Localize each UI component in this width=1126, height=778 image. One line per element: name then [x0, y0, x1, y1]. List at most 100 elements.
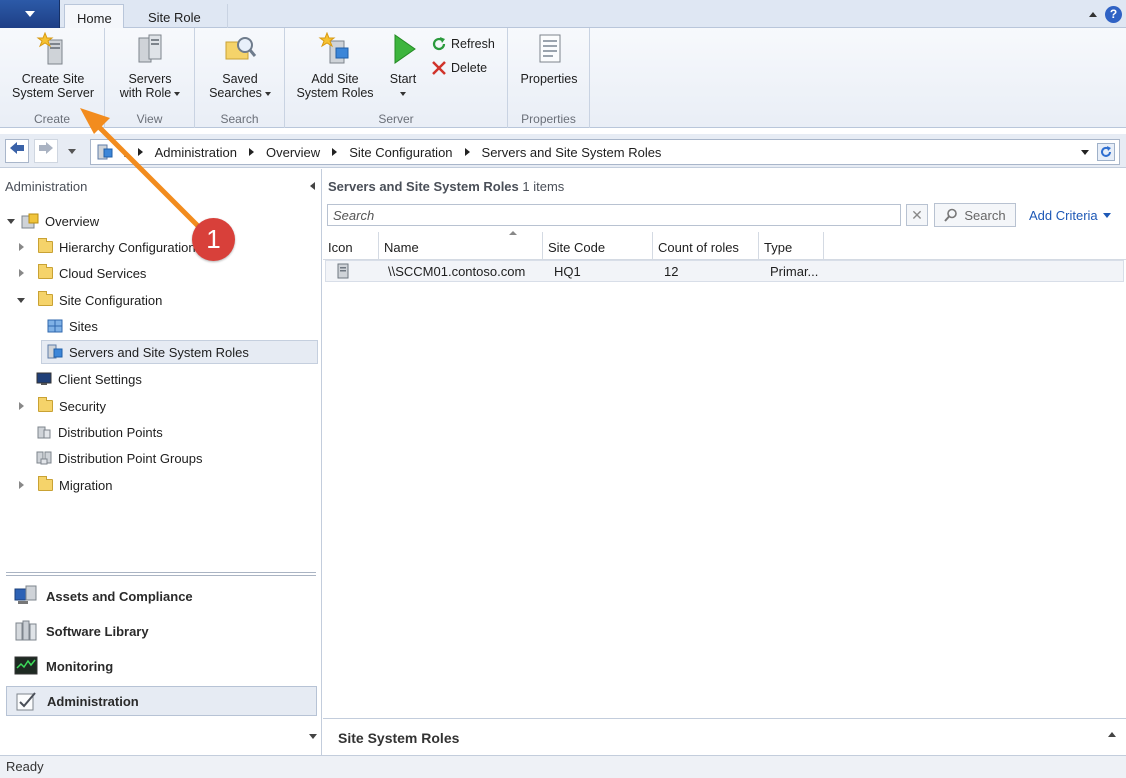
annotation-badge: 1	[192, 218, 235, 261]
ribbon-tab-row: Home Site Role ?	[0, 0, 1126, 29]
tree-item-client-settings[interactable]: Client Settings	[36, 368, 142, 390]
breadcrumb-overview[interactable]: Overview	[266, 145, 320, 160]
workspace-label: Software Library	[46, 623, 149, 639]
breadcrumb-administration[interactable]: Administration	[155, 145, 237, 160]
servers-role-icon	[133, 32, 167, 66]
overview-icon	[21, 213, 39, 229]
forward-button[interactable]	[34, 139, 58, 163]
collapse-pane-icon[interactable]	[310, 182, 315, 190]
results-header: Servers and Site System Roles 1 items	[328, 179, 564, 194]
folder-icon	[38, 238, 53, 253]
tree-item-label: Migration	[59, 477, 113, 493]
back-button[interactable]	[5, 139, 29, 163]
expand-details-icon[interactable]	[1108, 732, 1116, 737]
workspace-label: Monitoring	[46, 658, 114, 674]
breadcrumb-root[interactable]: \	[122, 145, 126, 160]
breadcrumb-site-configuration[interactable]: Site Configuration	[349, 145, 452, 160]
breadcrumb-servers-roles[interactable]: Servers and Site System Roles	[482, 145, 662, 160]
workspace-splitter[interactable]	[6, 572, 316, 576]
group-label-server: Server	[378, 112, 414, 126]
app-menu-button[interactable]	[0, 0, 60, 28]
refresh-icon[interactable]	[1097, 143, 1115, 161]
dropdown-caret-icon	[1102, 213, 1111, 218]
saved-searches-button[interactable]: Saved Searches	[201, 32, 279, 100]
tree-item-hierarchy-configuration[interactable]: Hierarchy Configuration	[19, 236, 196, 258]
clear-search-button[interactable]: ✕	[906, 204, 928, 226]
table-row[interactable]: \\SCCM01.contoso.com HQ1 12 Primar...	[325, 260, 1124, 282]
column-header-name[interactable]: Name	[379, 231, 543, 260]
saved-searches-icon	[223, 32, 257, 66]
history-dropdown-icon[interactable]	[68, 149, 76, 154]
properties-button[interactable]: Properties	[514, 32, 584, 86]
tree-item-sites[interactable]: Sites	[47, 315, 98, 337]
tree-item-servers-roles[interactable]: Servers and Site System Roles	[41, 340, 318, 364]
ribbon: Create Site System Server Create Servers…	[0, 28, 1126, 128]
tree-item-migration[interactable]: Migration	[19, 474, 112, 496]
tree-item-security[interactable]: Security	[19, 395, 106, 417]
forward-arrow-icon	[39, 142, 53, 154]
tree-item-label: Site Configuration	[59, 292, 163, 308]
search-button[interactable]: Search	[934, 203, 1016, 227]
delete-label: Delete	[451, 61, 488, 75]
ribbon-group-create: Create Site System Server Create	[0, 28, 105, 128]
details-title: Site System Roles	[338, 730, 460, 746]
collapsed-icon[interactable]	[19, 481, 24, 489]
folder-icon	[38, 264, 53, 279]
refresh-label: Refresh	[451, 37, 495, 51]
tree-item-cloud-services[interactable]: Cloud Services	[19, 262, 146, 284]
minimize-ribbon-icon[interactable]	[1089, 12, 1097, 17]
add-criteria-label: Add Criteria	[1029, 208, 1098, 223]
workspace-software-library[interactable]: Software Library	[6, 616, 317, 646]
start-label: Start	[389, 72, 417, 86]
tree-item-label: Security	[59, 398, 106, 414]
refresh-icon	[432, 37, 446, 51]
add-criteria-link[interactable]: Add Criteria	[1029, 208, 1111, 223]
tree-item-site-configuration[interactable]: Site Configuration	[17, 289, 162, 311]
search-input[interactable]: Search	[327, 204, 901, 226]
sort-ascending-icon	[509, 231, 517, 235]
tree-item-distribution-points[interactable]: Distribution Points	[36, 421, 163, 443]
cell-type: Primar...	[770, 264, 819, 279]
tree-item-label: Servers and Site System Roles	[69, 344, 249, 360]
column-header-site-code[interactable]: Site Code	[543, 232, 653, 260]
expanded-icon[interactable]	[17, 297, 25, 303]
expanded-icon[interactable]	[7, 218, 15, 224]
address-dropdown-icon[interactable]	[1081, 149, 1089, 155]
help-icon[interactable]: ?	[1105, 6, 1122, 23]
tree-item-distribution-point-groups[interactable]: Distribution Point Groups	[36, 447, 203, 469]
tab-home[interactable]: Home	[64, 4, 124, 29]
chevron-down-icon	[25, 11, 35, 17]
refresh-button[interactable]: Refresh	[431, 36, 495, 52]
delete-button[interactable]: Delete	[431, 60, 487, 76]
workspace-monitoring[interactable]: Monitoring	[6, 651, 317, 681]
tree-item-label: Cloud Services	[59, 265, 147, 281]
collapsed-icon[interactable]	[19, 402, 24, 410]
configure-buttons-icon[interactable]	[309, 734, 317, 739]
workspace-administration[interactable]: Administration	[6, 686, 317, 716]
client-settings-icon	[36, 372, 52, 385]
navigation-pane: Administration Overview Hierarchy Config…	[0, 169, 322, 755]
servers-with-role-button[interactable]: Servers with Role	[111, 32, 189, 100]
server-icon	[337, 263, 349, 279]
add-site-system-roles-button[interactable]: Add Site System Roles	[291, 31, 379, 100]
status-text: Ready	[6, 759, 44, 774]
tree-item-label: Distribution Points	[58, 424, 163, 440]
column-header-count-of-roles[interactable]: Count of roles	[653, 232, 759, 260]
tab-site-role[interactable]: Site Role	[136, 4, 228, 29]
create-site-system-server-button[interactable]: Create Site System Server	[6, 31, 100, 100]
column-header-type[interactable]: Type	[759, 232, 824, 260]
administration-icon	[16, 692, 36, 711]
tree-item-overview[interactable]: Overview	[7, 210, 99, 232]
results-title: Servers and Site System Roles	[328, 179, 519, 194]
column-header-label: Name	[384, 240, 419, 255]
collapsed-icon[interactable]	[19, 243, 24, 251]
address-bar[interactable]: \ Administration Overview Site Configura…	[90, 139, 1120, 165]
workspace-assets-compliance[interactable]: Assets and Compliance	[6, 581, 317, 611]
software-library-icon	[15, 620, 37, 641]
cell-name: \\SCCM01.contoso.com	[388, 264, 526, 279]
search-icon	[944, 208, 958, 222]
column-header-icon[interactable]: Icon	[323, 232, 379, 260]
start-button[interactable]: Start	[383, 32, 423, 100]
collapsed-icon[interactable]	[19, 269, 24, 277]
folder-icon	[38, 397, 53, 412]
